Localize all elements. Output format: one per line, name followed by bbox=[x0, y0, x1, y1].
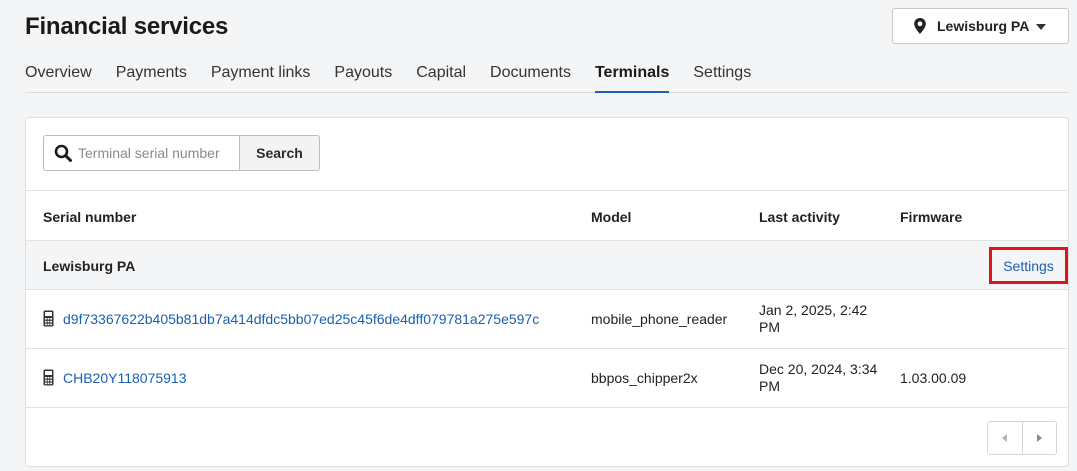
map-pin-icon bbox=[913, 18, 927, 34]
column-header-last-activity: Last activity bbox=[759, 209, 840, 225]
tab-capital[interactable]: Capital bbox=[416, 63, 466, 93]
terminals-table: Serial number Model Last activity Firmwa… bbox=[26, 190, 1068, 407]
tab-payments[interactable]: Payments bbox=[116, 63, 187, 93]
table-footer bbox=[26, 407, 1068, 466]
nav-tabs: Overview Payments Payment links Payouts … bbox=[25, 63, 1069, 93]
terminals-card: Search Serial number Model Last activity… bbox=[25, 117, 1069, 467]
firmware-cell: 1.03.00.09 bbox=[900, 370, 967, 386]
tab-terminals[interactable]: Terminals bbox=[594, 63, 670, 93]
table-row: CHB20Y118075913 bbpos_chipper2x Dec 20, … bbox=[26, 348, 1068, 407]
table-header-row: Serial number Model Last activity Firmwa… bbox=[26, 190, 1068, 240]
model-cell: bbpos_chipper2x bbox=[591, 370, 698, 386]
search-bar: Search bbox=[43, 135, 320, 171]
chevron-left-icon bbox=[1002, 434, 1008, 442]
next-page-button[interactable] bbox=[1021, 422, 1056, 454]
column-header-firmware: Firmware bbox=[900, 209, 963, 225]
search-input[interactable] bbox=[78, 145, 238, 161]
column-header-serial: Serial number bbox=[43, 209, 137, 225]
location-group-row: Lewisburg PA Settings bbox=[26, 240, 1068, 289]
group-settings-link[interactable]: Settings bbox=[989, 247, 1068, 284]
serial-cell: d9f73367622b405b81db7a414dfdc5bb07ed25c4… bbox=[43, 310, 539, 327]
tab-documents[interactable]: Documents bbox=[490, 63, 571, 93]
column-header-model: Model bbox=[591, 209, 632, 225]
last-activity-cell: Dec 20, 2024, 3:34 PM bbox=[759, 361, 878, 394]
table-row: d9f73367622b405b81db7a414dfdc5bb07ed25c4… bbox=[26, 289, 1068, 348]
model-cell: mobile_phone_reader bbox=[591, 311, 728, 327]
search-field[interactable] bbox=[43, 135, 240, 171]
tab-payouts[interactable]: Payouts bbox=[334, 63, 392, 93]
tab-overview[interactable]: Overview bbox=[25, 63, 92, 93]
serial-cell: CHB20Y118075913 bbox=[43, 369, 187, 386]
pagination bbox=[987, 421, 1057, 455]
search-icon bbox=[54, 144, 72, 162]
page-title: Financial services bbox=[25, 13, 229, 40]
location-selector-button[interactable]: Lewisburg PA bbox=[892, 8, 1069, 44]
search-button[interactable]: Search bbox=[240, 135, 320, 171]
tab-payment-links[interactable]: Payment links bbox=[211, 63, 311, 93]
group-name: Lewisburg PA bbox=[43, 258, 136, 274]
chevron-down-icon bbox=[1036, 24, 1046, 30]
tab-settings[interactable]: Settings bbox=[693, 63, 751, 93]
chevron-right-icon bbox=[1036, 434, 1042, 442]
last-activity-cell: Jan 2, 2025, 2:42 PM bbox=[759, 302, 868, 335]
previous-page-button[interactable] bbox=[988, 422, 1022, 454]
terminal-icon bbox=[43, 369, 54, 386]
terminal-icon bbox=[43, 310, 54, 327]
location-label: Lewisburg PA bbox=[937, 18, 1030, 34]
serial-link[interactable]: d9f73367622b405b81db7a414dfdc5bb07ed25c4… bbox=[63, 311, 539, 327]
serial-link[interactable]: CHB20Y118075913 bbox=[63, 370, 187, 386]
